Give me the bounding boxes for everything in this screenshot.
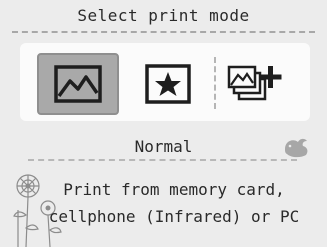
selected-mode-name: Normal xyxy=(134,137,193,156)
mode-description: Print from memory card, cellphone (Infra… xyxy=(44,176,304,230)
mode-option-multiple[interactable] xyxy=(216,53,298,115)
print-mode-screen: Select print mode Normal Print from memo… xyxy=(0,0,327,247)
mode-option-favorite[interactable] xyxy=(127,53,209,115)
screen-title: Select print mode xyxy=(77,6,250,25)
mode-options-panel xyxy=(20,43,310,121)
description-divider xyxy=(28,159,297,161)
title-divider xyxy=(12,31,315,33)
mode-option-normal[interactable] xyxy=(37,53,119,115)
bird-icon xyxy=(285,138,308,158)
landscape-photo-icon xyxy=(54,65,102,103)
add-photos-icon xyxy=(227,65,282,101)
description-line-2: cellphone (Infrared) or PC xyxy=(48,207,300,226)
star-icon xyxy=(145,64,191,104)
description-line-1: Print from memory card, xyxy=(63,180,285,199)
